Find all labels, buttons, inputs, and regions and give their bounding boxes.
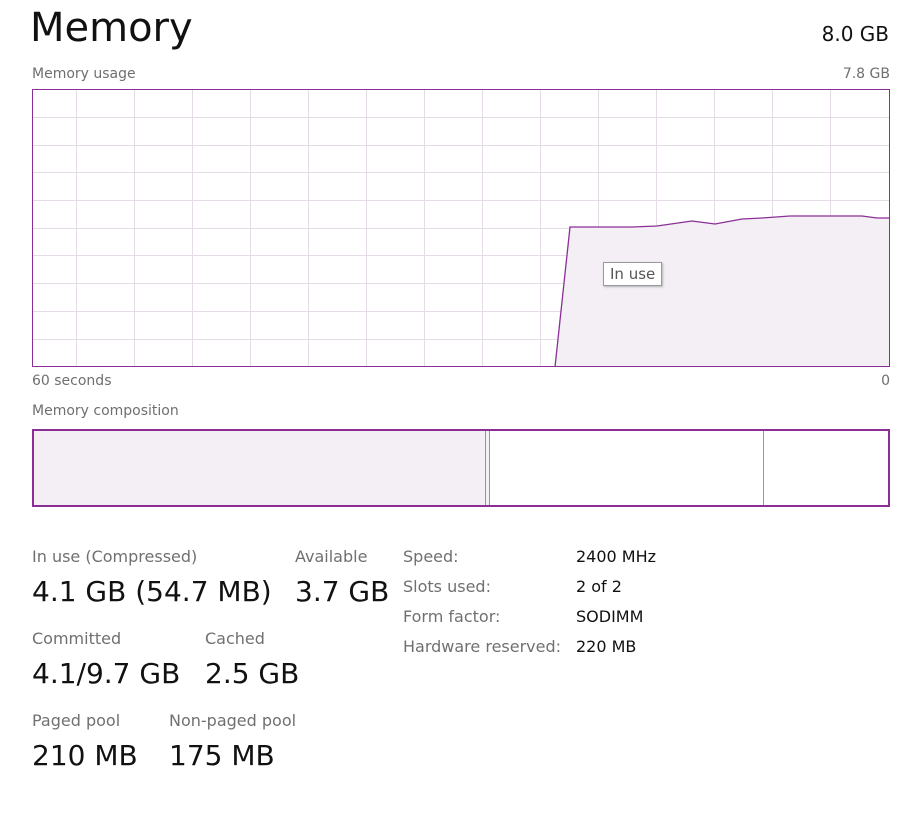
in-use-label: In use (Compressed): [32, 547, 198, 566]
form-factor-value: SODIMM: [576, 607, 644, 626]
memory-composition-label: Memory composition: [32, 403, 179, 419]
slots-used-label: Slots used:: [403, 577, 491, 596]
usage-area: [555, 216, 890, 367]
cached-label: Cached: [205, 629, 265, 648]
committed-value: 4.1/9.7 GB: [32, 657, 181, 690]
memory-usage-graph[interactable]: [32, 89, 890, 367]
hardware-reserved-value: 220 MB: [576, 637, 637, 656]
time-axis-start: 60 seconds: [32, 373, 112, 389]
total-memory: 8.0 GB: [821, 22, 889, 46]
available-value: 3.7 GB: [295, 575, 390, 608]
memory-usage-max: 7.8 GB: [842, 66, 890, 82]
memory-composition-bar[interactable]: [32, 429, 890, 507]
composition-standby[interactable]: [490, 430, 763, 506]
form-factor-label: Form factor:: [403, 607, 501, 626]
memory-usage-label: Memory usage: [32, 66, 136, 82]
paged-pool-value: 210 MB: [32, 739, 138, 772]
speed-value: 2400 MHz: [576, 547, 657, 566]
time-axis-end: 0: [881, 373, 890, 389]
in-use-value: 4.1 GB (54.7 MB): [32, 575, 272, 608]
slots-used-value: 2 of 2: [576, 577, 622, 596]
speed-label: Speed:: [403, 547, 459, 566]
composition-free[interactable]: [764, 430, 889, 506]
non-paged-pool-label: Non-paged pool: [169, 711, 297, 730]
in-use-tooltip: In use: [603, 262, 663, 286]
cached-value: 2.5 GB: [205, 657, 300, 690]
hardware-reserved-label: Hardware reserved:: [403, 637, 562, 656]
available-label: Available: [295, 547, 368, 566]
committed-label: Committed: [32, 629, 122, 648]
composition-in-use[interactable]: [33, 430, 485, 506]
paged-pool-label: Paged pool: [32, 711, 121, 730]
non-paged-pool-value: 175 MB: [169, 739, 275, 772]
page-title: Memory: [30, 5, 193, 51]
